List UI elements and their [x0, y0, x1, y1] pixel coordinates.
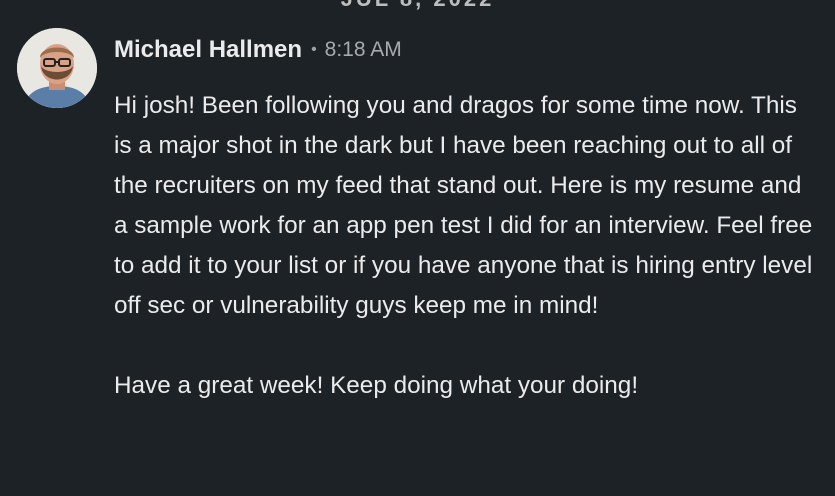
- message-body: Hi josh! Been following you and dragos f…: [114, 86, 814, 406]
- message-paragraph: Have a great week! Keep doing what your …: [114, 372, 639, 399]
- avatar[interactable]: [17, 28, 97, 108]
- message-header: Michael Hallmen • 8:18 AM: [114, 34, 402, 66]
- message-time: 8:18 AM: [324, 38, 402, 61]
- sender-name[interactable]: Michael Hallmen: [114, 36, 302, 64]
- user-photo-icon: [17, 28, 97, 108]
- date-divider: JUL 8, 2022: [0, 0, 835, 12]
- message-paragraph: Hi josh! Been following you and dragos f…: [114, 92, 813, 319]
- separator-dot: •: [311, 41, 317, 58]
